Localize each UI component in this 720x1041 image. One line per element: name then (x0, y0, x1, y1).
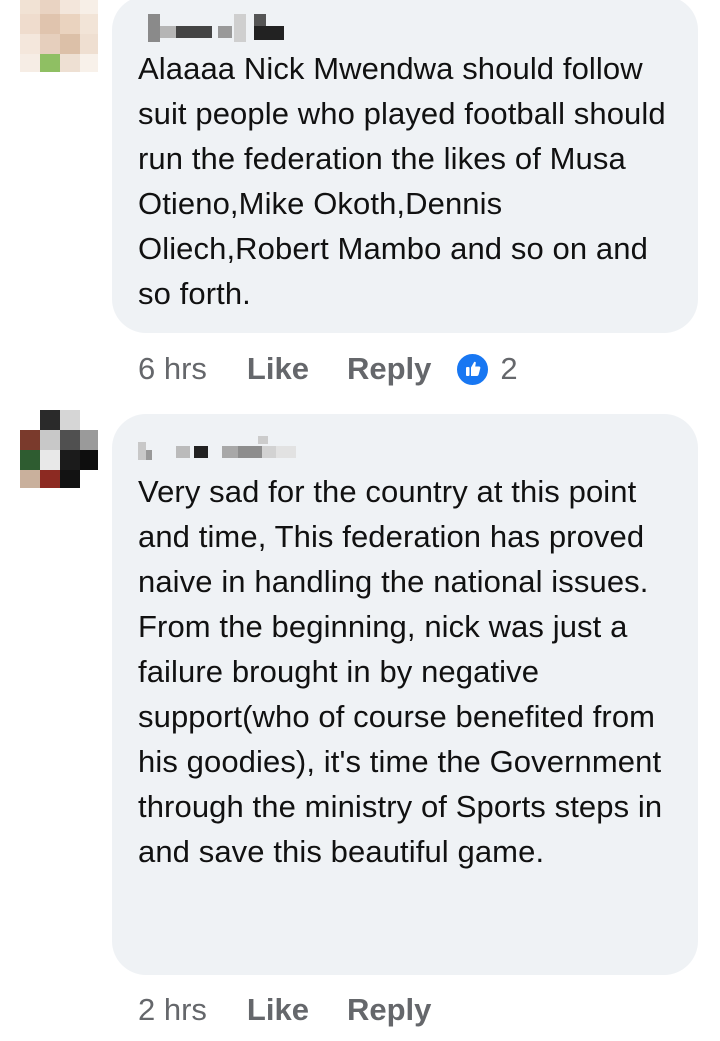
reaction-count: 2 (500, 351, 518, 386)
comment-bubble: Alaaaa Nick Mwendwa should follow suit p… (112, 0, 698, 333)
reaction-summary[interactable]: 2 (455, 351, 518, 387)
reply-button[interactable]: Reply (347, 992, 431, 1028)
author-name-redacted[interactable] (138, 14, 288, 42)
like-button[interactable]: Like (247, 992, 309, 1028)
comment-actions: 2 hrs Like Reply (138, 990, 469, 1030)
reply-button[interactable]: Reply (347, 351, 431, 387)
comment-actions: 6 hrs Like Reply 2 (138, 349, 518, 389)
comment-bubble: Very sad for the country at this point a… (112, 414, 698, 975)
comment-timestamp[interactable]: 2 hrs (138, 992, 207, 1028)
avatar[interactable] (20, 0, 98, 72)
comment-2: Very sad for the country at this point a… (0, 410, 720, 1041)
avatar[interactable] (20, 410, 98, 488)
thumbs-up-icon (455, 351, 491, 387)
comment-text: Alaaaa Nick Mwendwa should follow suit p… (138, 51, 666, 311)
author-name-redacted[interactable] (138, 436, 308, 460)
comment-timestamp[interactable]: 6 hrs (138, 351, 207, 387)
like-button[interactable]: Like (247, 351, 309, 387)
comment-1: Alaaaa Nick Mwendwa should follow suit p… (0, 0, 720, 400)
comment-text: Very sad for the country at this point a… (138, 474, 663, 869)
